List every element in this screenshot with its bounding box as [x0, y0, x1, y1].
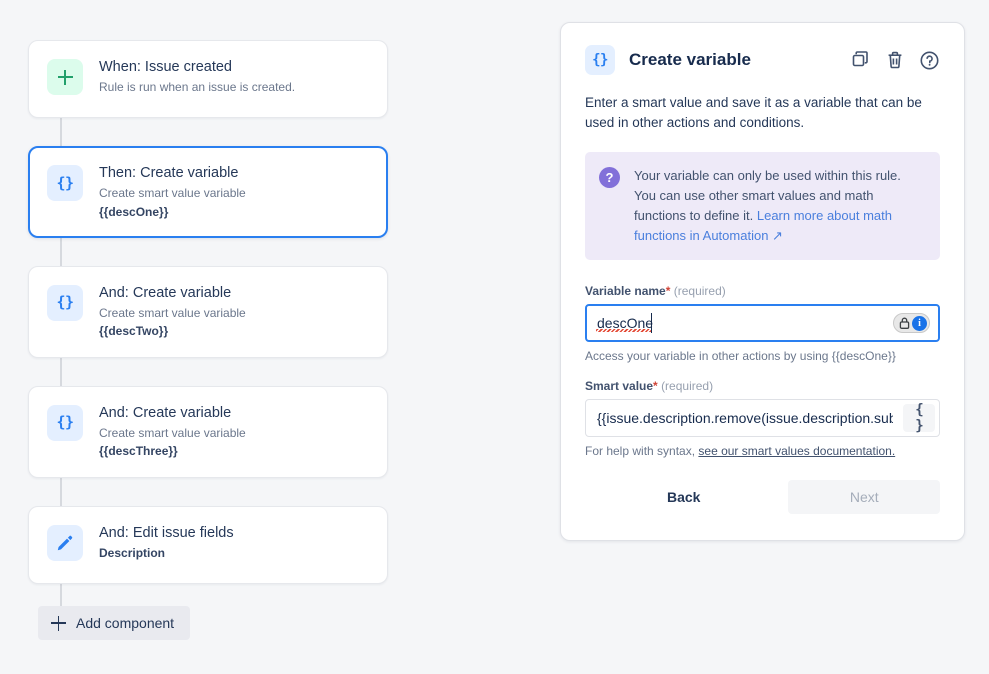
rule-component-title: When: Issue created — [99, 58, 369, 76]
rule-component-subtitle: Create smart value variable — [99, 425, 369, 442]
variable-name-input-wrap: i — [585, 304, 940, 342]
braces-icon: {} — [585, 45, 615, 75]
duplicate-icon[interactable] — [851, 50, 871, 70]
smart-value-input-wrap: { } — [585, 399, 940, 437]
insert-smart-value-button[interactable]: { } — [903, 404, 935, 432]
panel-header: {} Create variable — [585, 45, 940, 75]
braces-glyph: {} — [56, 415, 73, 430]
braces-icon: {} — [47, 285, 83, 321]
create-variable-detail-panel: {} Create variable — [560, 22, 965, 541]
info-callout: ? Your variable can only be used within … — [585, 152, 940, 261]
required-star: * — [666, 284, 671, 298]
automation-rule-builder-page: When: Issue created Rule is run when an i… — [0, 0, 989, 674]
required-note: (required) — [661, 379, 713, 393]
variable-name-field-block: Variable name* (required) i Acce — [585, 284, 940, 363]
variable-name-help-text: Access your variable in other actions by… — [585, 349, 940, 363]
smart-value-help-text: For help with syntax, see our smart valu… — [585, 444, 940, 458]
rule-chain: When: Issue created Rule is run when an i… — [28, 40, 388, 612]
rule-component-body: And: Create variable Create smart value v… — [99, 403, 369, 461]
rule-component-title: And: Create variable — [99, 284, 369, 302]
panel-header-actions — [851, 50, 940, 71]
pencil-glyph — [56, 534, 74, 552]
braces-glyph: {} — [56, 176, 73, 191]
smart-value-help-prefix: For help with syntax, — [585, 444, 698, 458]
rule-component-subtitle: Create smart value variable — [99, 305, 369, 322]
delete-icon[interactable] — [885, 50, 905, 70]
smart-value-field-block: Smart value* (required) { } For help wit… — [585, 379, 940, 458]
password-manager-badge[interactable]: i — [893, 313, 930, 333]
panel-description: Enter a smart value and save it as a var… — [585, 93, 940, 134]
rule-component-title: And: Edit issue fields — [99, 524, 369, 542]
page-title: Create variable — [629, 50, 851, 70]
variable-name-input[interactable] — [585, 304, 940, 342]
rule-component-body: When: Issue created Rule is run when an i… — [99, 57, 369, 97]
rule-component-card[interactable]: {} And: Create variable Create smart value… — [28, 266, 388, 358]
variable-name-label-text: Variable name — [585, 284, 666, 298]
required-note: (required) — [674, 284, 726, 298]
chain-connector — [60, 478, 62, 506]
chain-connector — [60, 118, 62, 146]
rule-component-body: And: Edit issue fields Description — [99, 523, 369, 563]
smart-value-input[interactable] — [585, 399, 940, 437]
rule-component-card[interactable]: And: Edit issue fields Description — [28, 506, 388, 584]
variable-name-label: Variable name* (required) — [585, 284, 940, 298]
pencil-icon — [47, 525, 83, 561]
plus-icon — [51, 616, 66, 631]
lock-icon — [898, 316, 911, 330]
question-mark-icon: ? — [599, 167, 620, 188]
rule-component-card[interactable]: When: Issue created Rule is run when an i… — [28, 40, 388, 118]
rule-component-subtitle: Rule is run when an issue is created. — [99, 79, 369, 96]
plus-icon — [47, 59, 83, 95]
smart-value-label-text: Smart value — [585, 379, 653, 393]
smart-values-documentation-link[interactable]: see our smart values documentation. — [698, 444, 895, 458]
rule-component-body: And: Create variable Create smart value v… — [99, 283, 369, 341]
info-callout-text: Your variable can only be used within th… — [634, 166, 924, 247]
add-component-label: Add component — [76, 615, 174, 631]
rule-component-subtitle: Description — [99, 545, 369, 562]
next-button[interactable]: Next — [788, 480, 940, 514]
panel-footer: Back Next — [585, 480, 940, 514]
rule-component-title: Then: Create variable — [99, 164, 369, 182]
chain-connector — [60, 238, 62, 266]
rule-component-smart-value: {{descOne}} — [99, 204, 369, 221]
braces-icon: {} — [47, 165, 83, 201]
rule-chain-list: When: Issue created Rule is run when an i… — [28, 40, 388, 584]
rule-component-smart-value: {{descThree}} — [99, 443, 369, 460]
add-component-button[interactable]: Add component — [38, 606, 190, 640]
rule-component-subtitle: Create smart value variable — [99, 185, 369, 202]
smart-value-label: Smart value* (required) — [585, 379, 940, 393]
braces-glyph: {} — [56, 295, 73, 310]
rule-component-card[interactable]: {} Then: Create variable Create smart valu… — [28, 146, 388, 238]
braces-icon: {} — [47, 405, 83, 441]
rule-component-title: And: Create variable — [99, 404, 369, 422]
plus-glyph — [58, 70, 73, 85]
rule-component-body: Then: Create variable Create smart value … — [99, 163, 369, 221]
info-icon: i — [912, 316, 927, 331]
rule-component-card[interactable]: {} And: Create variable Create smart value… — [28, 386, 388, 478]
chain-connector — [60, 358, 62, 386]
required-star: * — [653, 379, 658, 393]
back-button[interactable]: Back — [649, 481, 718, 513]
help-icon[interactable] — [919, 50, 940, 71]
rule-component-smart-value: {{descTwo}} — [99, 323, 369, 340]
